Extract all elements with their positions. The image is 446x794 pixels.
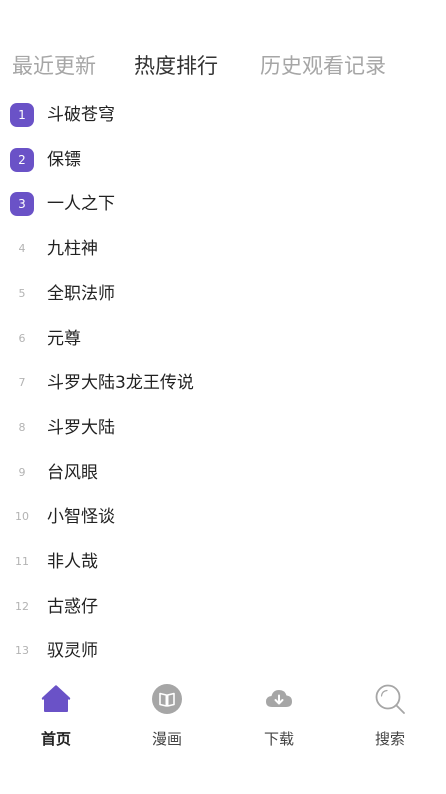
rank-number: 6 bbox=[18, 331, 26, 345]
rank-badge: 1 bbox=[10, 103, 34, 127]
rank-number: 5 bbox=[18, 286, 26, 300]
comic-title: 一人之下 bbox=[47, 194, 115, 215]
nav-search[interactable]: 搜索 bbox=[350, 676, 430, 756]
ranking-row[interactable]: 11 非人哉 bbox=[0, 540, 446, 584]
rank-badge: 2 bbox=[10, 147, 34, 172]
comic-title: 元尊 bbox=[47, 328, 81, 349]
tab-watch-history[interactable]: 历史观看记录 bbox=[260, 48, 386, 84]
comic-title: 斗罗大陆3龙王传说 bbox=[47, 373, 194, 394]
nav-home-label: 首页 bbox=[40, 730, 71, 748]
tab-popularity-ranking[interactable]: 热度排行 bbox=[134, 48, 218, 84]
comic-title: 保镖 bbox=[47, 149, 81, 170]
book-icon bbox=[152, 684, 182, 714]
rank-number: 4 bbox=[18, 242, 26, 256]
nav-download-label: 下载 bbox=[263, 730, 294, 748]
comic-title: 古惑仔 bbox=[47, 596, 98, 617]
nav-download[interactable]: 下载 bbox=[239, 676, 319, 756]
rank-number: 13 bbox=[15, 644, 29, 658]
ranking-row[interactable]: 13 驭灵师 bbox=[0, 629, 446, 673]
ranking-row[interactable]: 3 一人之下 bbox=[0, 182, 446, 226]
ranking-row[interactable]: 4 九柱神 bbox=[0, 227, 446, 271]
bottom-nav-bar: 首页 漫画 下载 搜索 bbox=[0, 676, 446, 756]
nav-home[interactable]: 首页 bbox=[16, 676, 96, 756]
ranking-row[interactable]: 8 斗罗大陆 bbox=[0, 406, 446, 450]
rank-number: 10 bbox=[15, 510, 29, 524]
comic-title: 驭灵师 bbox=[47, 641, 98, 662]
rank-number: 11 bbox=[15, 555, 29, 568]
comic-title: 台风眼 bbox=[47, 462, 98, 483]
ranking-row[interactable]: 7 斗罗大陆3龙王传说 bbox=[0, 361, 446, 405]
ranking-row[interactable]: 12 古惑仔 bbox=[0, 585, 446, 629]
home-icon bbox=[41, 685, 71, 712]
ranking-row[interactable]: 2 保镖 bbox=[0, 138, 446, 182]
top-tab-bar: 最近更新 热度排行 历史观看记录 bbox=[0, 48, 446, 84]
rank-number: 9 bbox=[18, 465, 26, 479]
ranking-row[interactable]: 1 斗破苍穹 bbox=[0, 93, 446, 137]
ranking-row[interactable]: 6 元尊 bbox=[0, 317, 446, 361]
comic-title: 斗罗大陆 bbox=[47, 417, 115, 438]
rank-number: 12 bbox=[15, 599, 29, 613]
comic-title: 全职法师 bbox=[47, 283, 115, 304]
comic-title: 非人哉 bbox=[47, 552, 98, 572]
nav-comics[interactable]: 漫画 bbox=[127, 676, 207, 756]
ranking-row[interactable]: 5 全职法师 bbox=[0, 272, 446, 316]
ranking-row[interactable]: 9 台风眼 bbox=[0, 451, 446, 495]
cloud-download-icon bbox=[266, 690, 292, 707]
rank-number: 7 bbox=[18, 376, 26, 390]
ranking-row[interactable]: 10 小智怪谈 bbox=[0, 495, 446, 539]
rank-badge: 3 bbox=[10, 192, 34, 217]
nav-comics-label: 漫画 bbox=[151, 730, 182, 748]
nav-search-label: 搜索 bbox=[374, 730, 405, 748]
search-icon bbox=[375, 684, 405, 714]
comic-title: 小智怪谈 bbox=[47, 507, 115, 528]
tab-recent-updates[interactable]: 最近更新 bbox=[12, 48, 96, 84]
comic-title: 斗破苍穹 bbox=[47, 105, 115, 125]
rank-number: 8 bbox=[18, 420, 26, 434]
comic-title: 九柱神 bbox=[47, 239, 98, 260]
